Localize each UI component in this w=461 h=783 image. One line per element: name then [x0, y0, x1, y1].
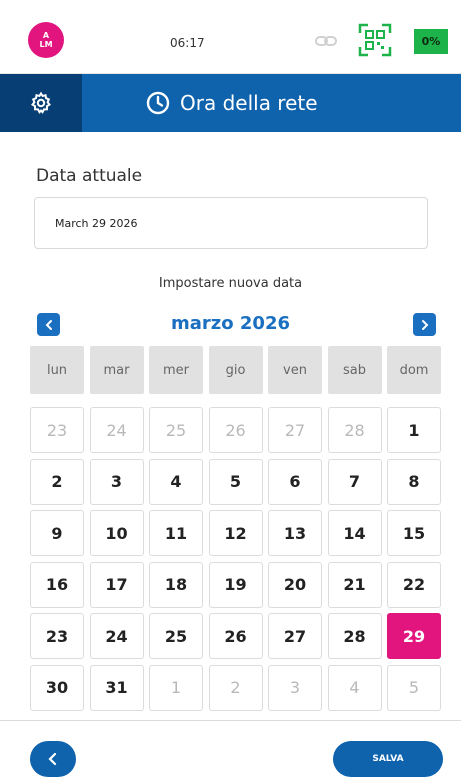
calendar-day-outside[interactable]: 5 — [387, 664, 441, 711]
calendar-day[interactable]: 13 — [268, 510, 322, 556]
page-title: Ora della rete — [180, 91, 318, 115]
weekday-label: lun — [30, 346, 84, 394]
weekday-label: ven — [268, 346, 322, 394]
calendar-day[interactable]: 9 — [30, 510, 84, 556]
weekday-label: dom — [387, 346, 441, 394]
clock-icon — [146, 91, 170, 115]
save-button[interactable]: SALVA — [333, 741, 443, 777]
calendar-day[interactable]: 10 — [89, 510, 144, 556]
calendar-day[interactable]: 18 — [149, 561, 203, 608]
back-button[interactable] — [30, 741, 76, 777]
calendar-day[interactable]: 1 — [387, 407, 441, 453]
calendar-day[interactable]: 25 — [149, 613, 203, 659]
calendar-day[interactable]: 31 — [89, 664, 144, 711]
calendar-day[interactable]: 20 — [268, 561, 322, 608]
calendar-day[interactable]: 6 — [268, 458, 322, 505]
calendar-day-outside[interactable]: 26 — [208, 407, 263, 453]
calendar-day[interactable]: 21 — [327, 561, 382, 608]
calendar-day[interactable]: 8 — [387, 458, 441, 505]
new-date-label: Impostare nuova data — [158, 276, 303, 291]
calendar-day[interactable]: 3 — [89, 458, 144, 505]
calendar-day[interactable]: 22 — [387, 561, 441, 608]
calendar-day[interactable]: 19 — [208, 561, 263, 608]
calendar-day[interactable]: 27 — [268, 613, 322, 659]
calendar-day-outside[interactable]: 23 — [30, 407, 84, 453]
calendar-day-outside[interactable]: 2 — [208, 664, 263, 711]
calendar-day[interactable]: 7 — [327, 458, 382, 505]
calendar-day[interactable]: 11 — [149, 510, 203, 556]
clock-time: 06:17 — [170, 36, 205, 50]
calendar-day-outside[interactable]: 24 — [89, 407, 144, 453]
calendar-day-outside[interactable]: 3 — [268, 664, 322, 711]
calendar-day-outside[interactable]: 1 — [149, 664, 203, 711]
month-title: marzo 2026 — [171, 313, 290, 334]
calendar-day[interactable]: 28 — [327, 613, 382, 659]
footer-bar: SALVA — [0, 720, 461, 783]
current-date-field[interactable] — [34, 197, 428, 249]
avatar-line2: LM — [39, 40, 53, 49]
calendar-day[interactable]: 14 — [327, 510, 382, 556]
calendar-day[interactable]: 17 — [89, 561, 144, 608]
weekday-label: mar — [89, 346, 144, 394]
header-title-group: Ora della rete — [146, 74, 318, 132]
calendar-day-selected[interactable]: 29 — [387, 613, 441, 659]
calendar-day[interactable]: 23 — [30, 613, 84, 659]
avatar[interactable]: A LM — [28, 22, 64, 58]
calendar-day[interactable]: 2 — [30, 458, 84, 505]
calendar-day-outside[interactable]: 4 — [327, 664, 382, 711]
weekday-label: mer — [149, 346, 203, 394]
calendar-day[interactable]: 15 — [387, 510, 441, 556]
battery-indicator: 0% — [414, 29, 448, 54]
status-bar: A LM 06:17 0% — [0, 0, 461, 74]
next-month-button[interactable] — [413, 313, 436, 336]
calendar-day[interactable]: 16 — [30, 561, 84, 608]
calendar-day[interactable]: 30 — [30, 664, 84, 711]
chevron-right-icon — [421, 319, 428, 330]
calendar-day[interactable]: 5 — [208, 458, 263, 505]
calendar-day-outside[interactable]: 27 — [268, 407, 322, 453]
calendar-day[interactable]: 4 — [149, 458, 203, 505]
avatar-line1: A — [42, 31, 50, 40]
header-bar: Ora della rete — [0, 74, 461, 132]
chevron-left-icon — [48, 752, 57, 766]
qr-code-icon[interactable] — [358, 23, 392, 57]
settings-button[interactable] — [0, 74, 82, 132]
calendar-day[interactable]: 26 — [208, 613, 263, 659]
calendar-day[interactable]: 12 — [208, 510, 263, 556]
calendar-day-outside[interactable]: 28 — [327, 407, 382, 453]
gear-icon — [31, 91, 51, 114]
calendar-day[interactable]: 24 — [89, 613, 144, 659]
current-date-label: Data attuale — [36, 166, 143, 186]
weekday-label: gio — [208, 346, 263, 394]
calendar-day-outside[interactable]: 25 — [149, 407, 203, 453]
weekday-label: sab — [327, 346, 382, 394]
link-icon — [315, 36, 337, 46]
